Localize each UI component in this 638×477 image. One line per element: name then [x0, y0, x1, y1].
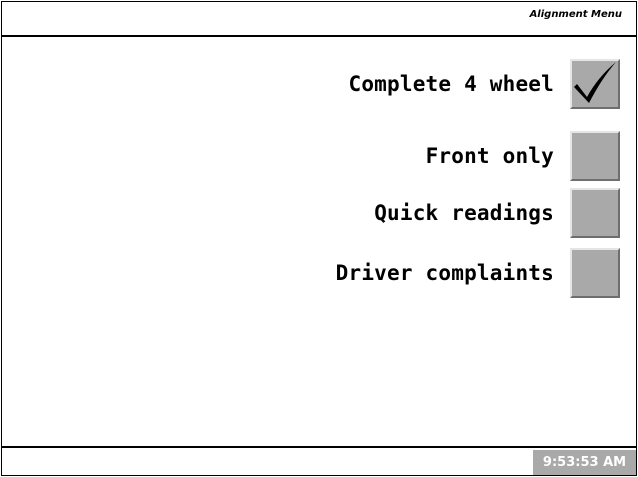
- checkmark-icon: [574, 62, 616, 103]
- option-complete-4-wheel[interactable]: Complete 4 wheel: [348, 59, 620, 109]
- checkbox-complete-4-wheel[interactable]: [570, 59, 620, 109]
- checkbox-driver-complaints[interactable]: [570, 248, 620, 298]
- status-bar: 9:53:53 AM: [2, 446, 636, 475]
- clock-display: 9:53:53 AM: [533, 450, 636, 475]
- option-label: Quick readings: [374, 201, 554, 225]
- option-quick-readings[interactable]: Quick readings: [374, 188, 620, 238]
- checkbox-quick-readings[interactable]: [570, 188, 620, 238]
- page-title: Alignment Menu: [529, 9, 622, 20]
- option-label: Driver complaints: [335, 261, 554, 285]
- checkbox-front-only[interactable]: [570, 131, 620, 181]
- option-label: Complete 4 wheel: [348, 72, 554, 96]
- option-label: Front only: [425, 144, 554, 168]
- alignment-menu-window: Alignment Menu Complete 4 wheel Front on…: [1, 1, 637, 476]
- option-driver-complaints[interactable]: Driver complaints: [336, 248, 620, 298]
- header-bar: Alignment Menu: [2, 2, 636, 37]
- option-front-only[interactable]: Front only: [426, 131, 620, 181]
